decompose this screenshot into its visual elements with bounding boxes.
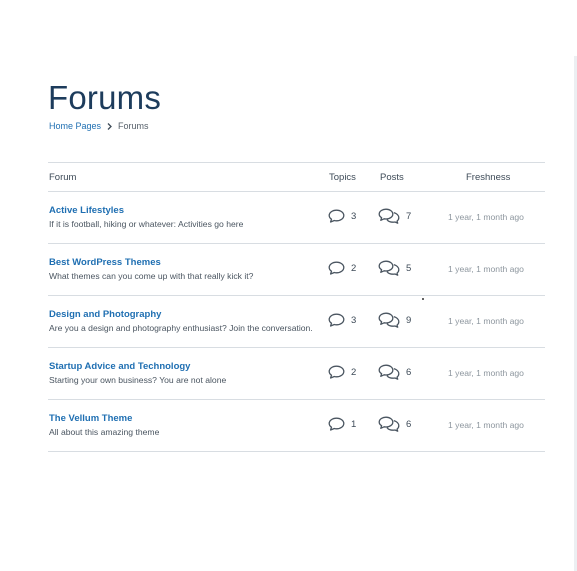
- freshness-link[interactable]: 1 year, 1 month ago: [448, 212, 524, 222]
- double-speech-bubble-icon: [378, 312, 400, 328]
- breadcrumb-home-link[interactable]: Home Pages: [49, 120, 101, 132]
- forum-description: Starting your own business? You are not …: [49, 375, 227, 385]
- forum-title-link[interactable]: Design and Photography: [49, 309, 161, 320]
- speech-bubble-icon: [328, 313, 345, 327]
- posts-cell: 6: [378, 364, 411, 380]
- speech-bubble-icon: [328, 261, 345, 275]
- forum-description: All about this amazing theme: [49, 427, 160, 437]
- freshness-link[interactable]: 1 year, 1 month ago: [448, 264, 524, 274]
- posts-cell: 7: [378, 208, 411, 224]
- freshness-link[interactable]: 1 year, 1 month ago: [448, 316, 524, 326]
- freshness-link[interactable]: 1 year, 1 month ago: [448, 368, 524, 378]
- posts-count: 7: [406, 210, 412, 222]
- posts-cell: 9: [378, 312, 411, 328]
- page-title: Forums: [48, 79, 162, 116]
- topics-cell: 2: [328, 261, 356, 275]
- chevron-right-icon: [104, 122, 115, 131]
- forum-title-link[interactable]: Startup Advice and Technology: [49, 361, 190, 372]
- forum-title-link[interactable]: The Vellum Theme: [49, 413, 132, 424]
- forum-row: The Vellum Theme All about this amazing …: [48, 400, 545, 452]
- topics-count: 2: [351, 366, 357, 378]
- forum-row: Startup Advice and Technology Starting y…: [48, 348, 545, 400]
- double-speech-bubble-icon: [378, 260, 400, 276]
- forum-row: Best WordPress Themes What themes can yo…: [48, 244, 545, 296]
- header-topics: Topics: [329, 172, 356, 183]
- header-posts: Posts: [380, 172, 404, 183]
- topics-count: 3: [351, 210, 357, 222]
- forum-title-link[interactable]: Best WordPress Themes: [49, 257, 161, 268]
- speech-bubble-icon: [328, 209, 345, 223]
- table-header: Forum Topics Posts Freshness: [48, 163, 545, 192]
- header-forum: Forum: [49, 172, 77, 183]
- posts-count: 6: [406, 418, 412, 430]
- freshness-link[interactable]: 1 year, 1 month ago: [448, 420, 524, 430]
- posts-cell: 5: [378, 260, 411, 276]
- double-speech-bubble-icon: [378, 416, 400, 432]
- posts-count: 5: [406, 262, 412, 274]
- speech-bubble-icon: [328, 417, 345, 431]
- double-speech-bubble-icon: [378, 208, 400, 224]
- stray-dot: [422, 298, 424, 300]
- double-speech-bubble-icon: [378, 364, 400, 380]
- topics-cell: 1: [328, 417, 356, 431]
- topics-count: 3: [351, 314, 357, 326]
- breadcrumb: Home Pages Forums: [49, 120, 149, 132]
- topics-cell: 3: [328, 209, 356, 223]
- forum-title-link[interactable]: Active Lifestyles: [49, 205, 124, 216]
- speech-bubble-icon: [328, 365, 345, 379]
- forums-table: Forum Topics Posts Freshness Active Life…: [48, 162, 545, 452]
- topics-cell: 2: [328, 365, 356, 379]
- breadcrumb-current: Forums: [118, 121, 149, 131]
- forum-row: Design and Photography Are you a design …: [48, 296, 545, 348]
- posts-cell: 6: [378, 416, 411, 432]
- forum-description: Are you a design and photography enthusi…: [49, 323, 313, 333]
- forum-description: What themes can you come up with that re…: [49, 271, 254, 281]
- topics-count: 2: [351, 262, 357, 274]
- topics-count: 1: [351, 418, 357, 430]
- posts-count: 9: [406, 314, 412, 326]
- forum-description: If it is football, hiking or whatever: A…: [49, 219, 244, 229]
- header-freshness: Freshness: [466, 172, 511, 183]
- posts-count: 6: [406, 366, 412, 378]
- topics-cell: 3: [328, 313, 356, 327]
- forum-row: Active Lifestyles If it is football, hik…: [48, 192, 545, 244]
